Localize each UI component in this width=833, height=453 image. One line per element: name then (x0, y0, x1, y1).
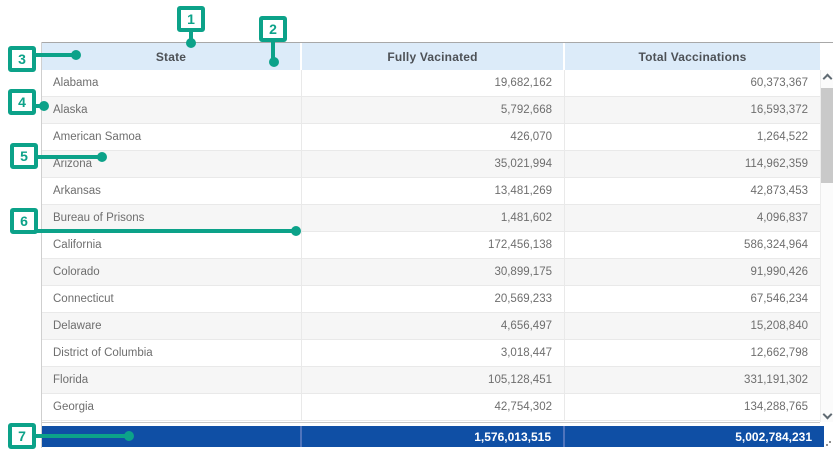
annotation-callout-4: 4 (8, 89, 36, 115)
table-row[interactable]: Arizona35,021,994114,962,359 (42, 151, 820, 178)
resize-grip-icon[interactable] (829, 441, 831, 443)
fully-vaccinated-cell: 35,021,994 (302, 151, 565, 177)
total-vaccinations-cell: 114,962,359 (565, 151, 820, 177)
table-row[interactable]: Bureau of Prisons1,481,6024,096,837 (42, 205, 820, 232)
chevron-up-icon (822, 74, 832, 84)
callout-1-leader-dot (186, 38, 196, 48)
screenshot-stage: State Fully Vacinated Total Vaccinations… (0, 0, 833, 453)
column-header-state[interactable]: State (42, 43, 302, 70)
summary-fully-vaccinated-value: 1,576,013,515 (302, 426, 565, 447)
state-cell: Georgia (42, 394, 302, 420)
summary-total-vaccinations-value: 5,002,784,231 (565, 426, 824, 447)
total-vaccinations-cell: 4,096,837 (565, 205, 820, 231)
total-vaccinations-cell: 134,288,765 (565, 394, 820, 420)
annotation-callout-6: 6 (10, 208, 38, 234)
table-row[interactable]: Alaska5,792,66816,593,372 (42, 97, 820, 124)
callout-5-leader-line (36, 155, 100, 159)
callout-3-leader-line (34, 53, 74, 57)
table-row[interactable]: Florida105,128,451331,191,302 (42, 367, 820, 394)
fully-vaccinated-cell: 20,569,233 (302, 286, 565, 312)
fully-vaccinated-cell: 1,481,602 (302, 205, 565, 231)
state-cell: Florida (42, 367, 302, 393)
callout-4-leader-dot (39, 101, 49, 111)
annotation-callout-2: 2 (259, 16, 287, 42)
fully-vaccinated-cell: 105,128,451 (302, 367, 565, 393)
table-row[interactable]: Colorado30,899,17591,990,426 (42, 259, 820, 286)
total-vaccinations-cell: 16,593,372 (565, 97, 820, 123)
resize-grip-icon[interactable] (826, 444, 828, 446)
total-vaccinations-cell: 60,373,367 (565, 70, 820, 96)
fully-vaccinated-cell: 13,481,269 (302, 178, 565, 204)
fully-vaccinated-cell: 19,682,162 (302, 70, 565, 96)
total-vaccinations-cell: 67,546,234 (565, 286, 820, 312)
callout-6-leader-line (36, 229, 294, 233)
table-rows: Alabama19,682,16260,373,367Alaska5,792,6… (42, 70, 820, 423)
state-cell: Bureau of Prisons (42, 205, 302, 231)
column-header-fully-vaccinated[interactable]: Fully Vacinated (302, 43, 565, 70)
callout-7-leader-dot (124, 431, 134, 441)
fully-vaccinated-cell: 3,018,447 (302, 340, 565, 366)
table-row[interactable]: Delaware4,656,49715,208,840 (42, 313, 820, 340)
annotation-callout-3: 3 (8, 46, 36, 72)
table-row[interactable]: American Samoa426,0701,264,522 (42, 124, 820, 151)
total-vaccinations-cell: 12,662,798 (565, 340, 820, 366)
state-cell: California (42, 232, 302, 258)
total-vaccinations-cell: 331,191,302 (565, 367, 820, 393)
table-row[interactable]: California172,456,138586,324,964 (42, 232, 820, 259)
chevron-down-icon (822, 410, 832, 420)
total-vaccinations-cell: 1,264,522 (565, 124, 820, 150)
scroll-down-button[interactable] (821, 408, 833, 422)
total-vaccinations-cell: 42,873,453 (565, 178, 820, 204)
state-cell: Alabama (42, 70, 302, 96)
table-row[interactable]: Georgia42,754,302134,288,765 (42, 394, 820, 421)
fully-vaccinated-cell: 426,070 (302, 124, 565, 150)
callout-6-leader-dot (291, 226, 301, 236)
scrollbar-thumb[interactable] (821, 88, 833, 183)
total-vaccinations-cell: 586,324,964 (565, 232, 820, 258)
annotation-callout-5: 5 (10, 143, 38, 169)
fully-vaccinated-cell: 172,456,138 (302, 232, 565, 258)
fully-vaccinated-cell: 42,754,302 (302, 394, 565, 420)
table-header-row: State Fully Vacinated Total Vaccinations (42, 43, 820, 70)
state-cell: American Samoa (42, 124, 302, 150)
table-row[interactable]: Alabama19,682,16260,373,367 (42, 70, 820, 97)
state-cell: Arkansas (42, 178, 302, 204)
table-row[interactable]: Arkansas13,481,26942,873,453 (42, 178, 820, 205)
callout-2-leader-dot (269, 57, 279, 67)
state-cell: District of Columbia (42, 340, 302, 366)
summary-row: 1,576,013,515 5,002,784,231 (42, 426, 824, 447)
callout-5-leader-dot (97, 152, 107, 162)
state-cell: Alaska (42, 97, 302, 123)
state-cell: Connecticut (42, 286, 302, 312)
scroll-up-button[interactable] (821, 70, 833, 84)
fully-vaccinated-cell: 5,792,668 (302, 97, 565, 123)
annotation-callout-7: 7 (8, 423, 36, 449)
fully-vaccinated-cell: 30,899,175 (302, 259, 565, 285)
total-vaccinations-cell: 15,208,840 (565, 313, 820, 339)
vertical-scrollbar[interactable] (820, 70, 833, 422)
annotation-callout-1: 1 (177, 6, 205, 32)
state-cell: Delaware (42, 313, 302, 339)
table-row[interactable]: District of Columbia3,018,44712,662,798 (42, 340, 820, 367)
total-vaccinations-cell: 91,990,426 (565, 259, 820, 285)
state-cell: Colorado (42, 259, 302, 285)
callout-3-leader-dot (71, 50, 81, 60)
callout-7-leader-line (34, 434, 127, 438)
table-row[interactable]: Connecticut20,569,23367,546,234 (42, 286, 820, 313)
column-header-total-vaccinations[interactable]: Total Vaccinations (565, 43, 820, 70)
fully-vaccinated-cell: 4,656,497 (302, 313, 565, 339)
